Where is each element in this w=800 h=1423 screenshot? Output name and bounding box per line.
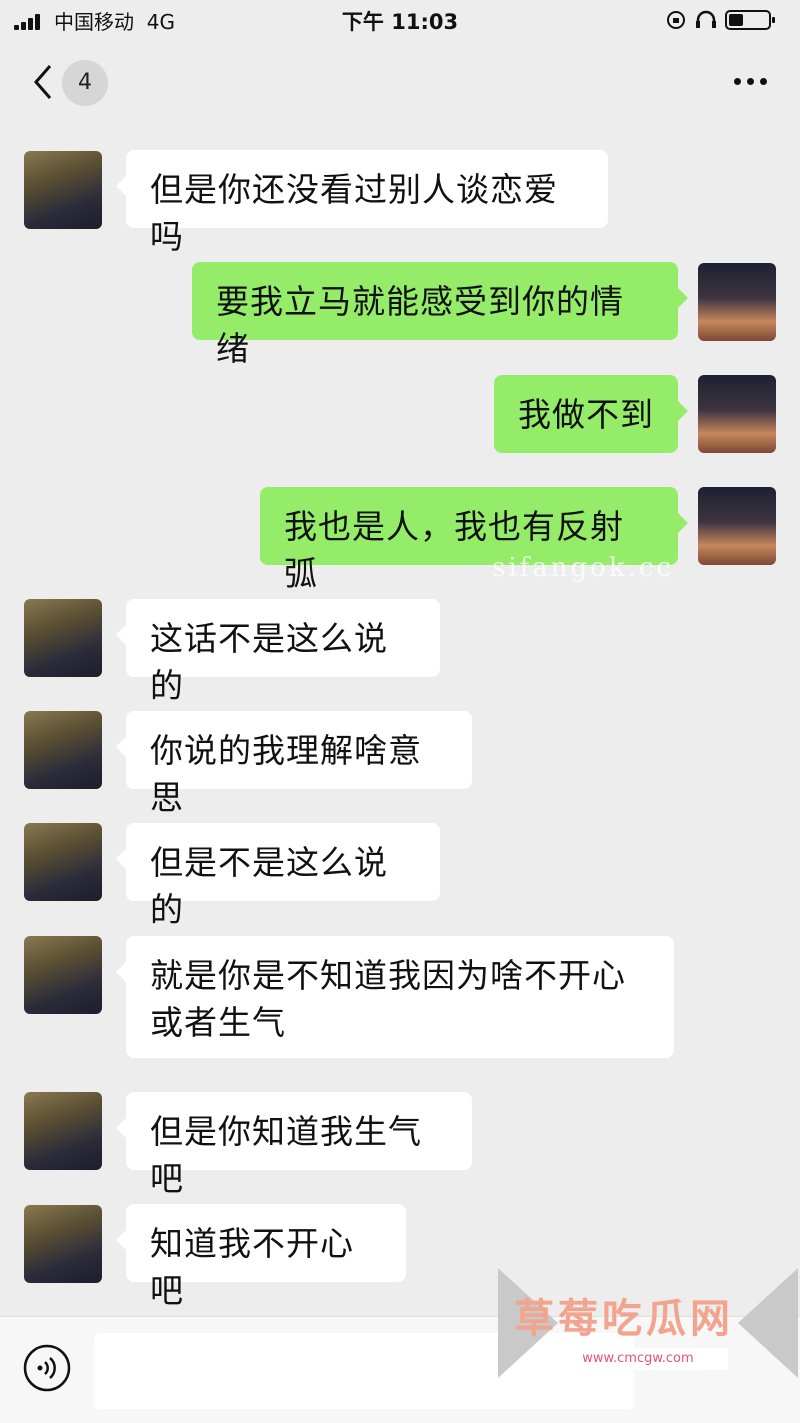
watermark-text: sifangok.cc [492, 553, 674, 583]
contact-avatar[interactable] [24, 936, 102, 1014]
contact-avatar[interactable] [24, 711, 102, 789]
orientation-lock-icon [667, 11, 685, 29]
message-bubble-outgoing[interactable]: 我做不到 [494, 375, 688, 453]
contact-avatar[interactable] [24, 599, 102, 677]
message-bubble-incoming[interactable]: 你说的我理解啥意思 [116, 711, 472, 817]
message-bubble-incoming[interactable]: 知道我不开心吧 [116, 1204, 406, 1310]
message-bubble-outgoing[interactable]: 要我立马就能感受到你的情绪 [192, 262, 688, 368]
contact-avatar[interactable] [24, 151, 102, 229]
logo-title: 草莓吃瓜网 [514, 1296, 734, 1342]
self-avatar[interactable] [698, 263, 776, 341]
message-bubble-incoming[interactable]: 但是你还没看过别人谈恋爱吗 [116, 150, 608, 256]
contact-avatar[interactable] [24, 1092, 102, 1170]
unread-count-badge[interactable]: 4 [62, 60, 108, 106]
contact-avatar[interactable] [24, 823, 102, 901]
status-icons [667, 10, 775, 30]
battery-icon [725, 10, 775, 30]
contact-avatar[interactable] [24, 1205, 102, 1283]
message-bubble-incoming[interactable]: 但是你知道我生气吧 [116, 1092, 472, 1198]
message-bubble-incoming[interactable]: 就是你是不知道我因为啥不开心或者生气 [116, 936, 674, 1058]
more-options-icon[interactable] [730, 72, 770, 92]
headphones-icon [696, 10, 716, 28]
voice-input-icon[interactable] [22, 1343, 72, 1393]
chat-header: 4 [0, 40, 800, 124]
status-bar: 中国移动 4G 下午 11:03 [0, 0, 800, 40]
logo-url: www.cmcgw.com [548, 1348, 728, 1370]
chevron-left-icon[interactable] [28, 62, 58, 102]
message-bubble-incoming[interactable]: 这话不是这么说的 [116, 599, 440, 705]
self-avatar[interactable] [698, 487, 776, 565]
self-avatar[interactable] [698, 375, 776, 453]
message-bubble-incoming[interactable]: 但是不是这么说的 [116, 823, 440, 929]
